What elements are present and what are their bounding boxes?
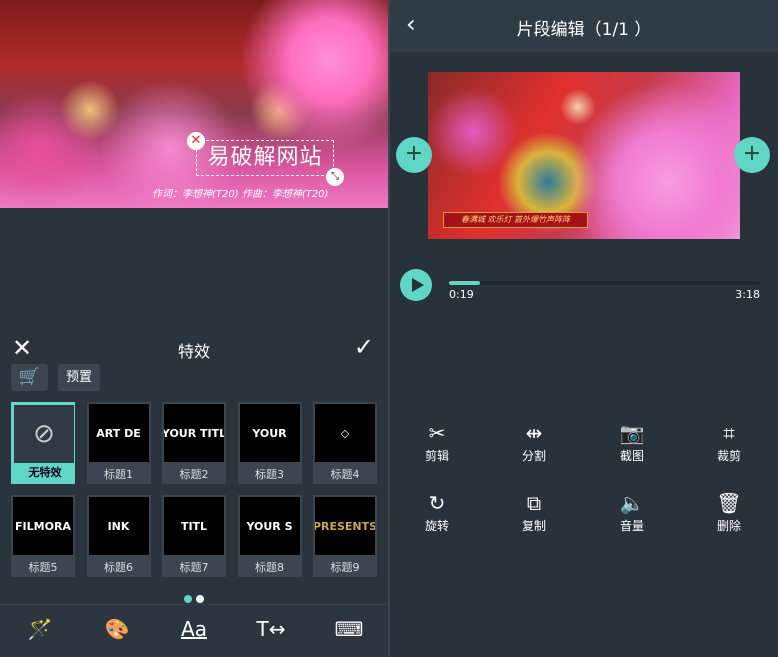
crop-icon: ⌗ — [723, 421, 735, 445]
text-spacing-icon[interactable]: T↔ — [251, 617, 291, 641]
effect-item[interactable]: INK 标题6 — [86, 495, 151, 577]
magic-wand-icon[interactable]: 🪄 — [20, 617, 60, 641]
effect-thumbnail: ART DE — [88, 404, 149, 462]
clip-preview[interactable]: 春满城 欢乐灯 首外爆竹声阵阵 — [428, 72, 740, 239]
effect-thumbnail: YOUR S — [239, 497, 300, 555]
effect-item[interactable]: FILMORA 标题5 — [11, 495, 75, 577]
panel-title: 特效 — [177, 342, 210, 361]
effect-label: 标题2 — [179, 468, 209, 481]
effect-label: 标题7 — [179, 561, 209, 574]
tool-label: 分割 — [521, 449, 546, 463]
clip-edit-screen: ‹ 片段编辑（1/1 ） 春满城 欢乐灯 首外爆竹声阵阵 + + 0:19 3:… — [390, 0, 778, 657]
effect-label: 标题5 — [28, 561, 58, 574]
effect-item[interactable]: ◇ 标题4 — [313, 402, 377, 484]
panel-header: ✕ 特效 ✓ — [0, 330, 388, 366]
page-dot[interactable] — [184, 595, 192, 603]
effect-thumbnail: ⊘ — [14, 405, 74, 463]
effect-thumbnail: INK — [88, 497, 149, 555]
page-dot[interactable] — [196, 595, 204, 603]
header: ‹ 片段编辑（1/1 ） — [390, 0, 778, 52]
tool-label: 复制 — [521, 519, 546, 533]
effect-item[interactable]: ART DE 标题1 — [86, 402, 151, 484]
crop-tool-button[interactable]: ⌗ 裁剪 — [694, 420, 764, 464]
overlay-close-icon[interactable]: ✕ — [187, 132, 205, 150]
total-time: 3:18 — [735, 288, 760, 301]
rotate-icon: ↻ — [428, 491, 446, 515]
cart-icon: 🛒 — [18, 367, 41, 387]
overlay-resize-icon[interactable]: ⤡ — [326, 168, 344, 186]
tool-label: 音量 — [619, 519, 644, 533]
trash-icon: 🗑 — [716, 491, 742, 515]
effect-thumbnail: ◇ — [315, 404, 375, 462]
effect-thumbnail: FILMORA — [13, 497, 73, 555]
tool-label: 旋转 — [424, 519, 449, 533]
duplicate-tool-button[interactable]: ⧉ 复制 — [499, 490, 569, 534]
effect-item[interactable]: PRESENTS 标题9 — [313, 495, 377, 577]
split-tool-button[interactable]: ⇹ 分割 — [499, 420, 569, 464]
volume-icon: 🔈 — [619, 491, 645, 515]
effect-thumbnail: YOUR TITL — [164, 404, 224, 462]
split-icon: ⇹ — [525, 421, 543, 445]
effect-label: 标题9 — [330, 561, 360, 574]
play-button[interactable] — [400, 269, 432, 301]
page-title: 片段编辑（1/1 ） — [516, 20, 652, 40]
check-icon[interactable]: ✓ — [354, 333, 374, 361]
progress-fill — [449, 281, 481, 285]
video-subtitle: 作词：李想神(T20) 作曲：李想神(T20) — [152, 189, 329, 200]
add-clip-after-button[interactable]: + — [734, 137, 770, 173]
volume-tool-button[interactable]: 🔈 音量 — [597, 490, 667, 534]
effect-item[interactable]: ⊘ 无特效 — [11, 402, 75, 484]
add-clip-before-button[interactable]: + — [396, 137, 432, 173]
progress-slider[interactable] — [449, 281, 760, 285]
rotate-tool-button[interactable]: ↻ 旋转 — [402, 490, 472, 534]
effect-thumbnail: TITL — [164, 497, 224, 555]
camera-icon: 📷 — [619, 421, 645, 445]
effects-screen: 易破解网站 ✕ ⤡ 作词：李想神(T20) 作曲：李想神(T20) ✕ 特效 ✓… — [0, 0, 388, 657]
effect-label: 标题1 — [104, 468, 133, 481]
effect-label: 标题3 — [255, 468, 284, 481]
scissors-icon: ✂ — [428, 421, 446, 445]
current-time: 0:19 — [449, 288, 474, 301]
palette-icon[interactable]: 🎨 — [97, 617, 137, 641]
effect-label: 标题4 — [330, 468, 360, 481]
tool-label: 剪辑 — [424, 449, 449, 463]
effect-item[interactable]: YOUR TITL 标题2 — [162, 402, 226, 484]
video-banner: 春满城 欢乐灯 首外爆竹声阵阵 — [443, 212, 588, 228]
bottom-toolbar: 🪄 🎨 Aa T↔ ⌨ — [0, 604, 388, 657]
duplicate-icon: ⧉ — [526, 491, 542, 515]
tool-label: 删除 — [716, 519, 741, 533]
effect-item[interactable]: YOUR 标题3 — [237, 402, 302, 484]
effect-item[interactable]: TITL 标题7 — [162, 495, 226, 577]
tool-label: 截图 — [619, 449, 644, 463]
effect-thumbnail: YOUR — [239, 404, 300, 462]
effect-label: 无特效 — [28, 466, 62, 479]
effect-label: 标题8 — [255, 561, 284, 574]
video-preview[interactable]: 易破解网站 ✕ ⤡ 作词：李想神(T20) 作曲：李想神(T20) — [0, 0, 388, 208]
store-cart-button[interactable]: 🛒 — [11, 364, 48, 391]
effect-item[interactable]: YOUR S 标题8 — [237, 495, 302, 577]
effect-thumbnail: PRESENTS — [315, 497, 375, 555]
font-icon[interactable]: Aa — [174, 617, 214, 641]
scissors-tool-button[interactable]: ✂ 剪辑 — [402, 420, 472, 464]
trash-tool-button[interactable]: 🗑 删除 — [694, 490, 764, 534]
text-overlay[interactable]: 易破解网站 — [196, 140, 334, 176]
effect-label: 标题6 — [104, 561, 133, 574]
tool-label: 裁剪 — [716, 449, 741, 463]
keyboard-icon[interactable]: ⌨ — [329, 617, 369, 641]
preset-button[interactable]: 预置 — [58, 364, 100, 391]
camera-tool-button[interactable]: 📷 截图 — [597, 420, 667, 464]
